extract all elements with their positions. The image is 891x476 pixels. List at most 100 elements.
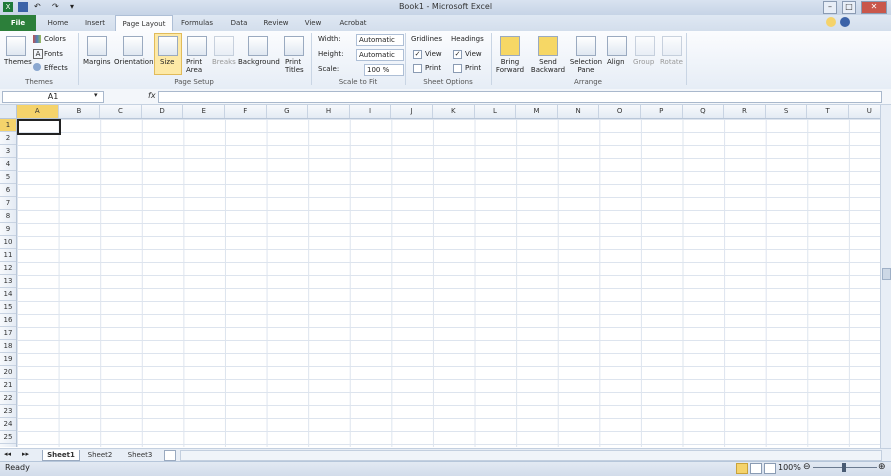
send-backward-button[interactable]: Send Backward [529, 58, 567, 74]
zoom-slider-thumb[interactable] [842, 463, 846, 472]
bring-forward-button[interactable]: Bring Forward [493, 58, 527, 74]
row-header-10[interactable]: 10 [0, 236, 16, 249]
first-sheet-icon[interactable]: ◂◂ [4, 450, 11, 458]
column-header-d[interactable]: D [142, 105, 184, 118]
page-layout-view-icon[interactable] [750, 463, 762, 474]
close-button[interactable]: ✕ [861, 1, 887, 14]
row-header-21[interactable]: 21 [0, 379, 16, 392]
next-sheet-icon[interactable]: ▸▸ [22, 450, 29, 458]
width-dropdown[interactable]: Automatic [356, 34, 404, 46]
themes-button-label[interactable]: Themes [4, 58, 32, 66]
align-icon[interactable] [607, 36, 627, 56]
name-box-dropdown-icon[interactable]: ▾ [94, 91, 98, 99]
column-header-h[interactable]: H [308, 105, 350, 118]
column-header-p[interactable]: P [641, 105, 683, 118]
column-header-e[interactable]: E [183, 105, 225, 118]
column-header-i[interactable]: I [350, 105, 392, 118]
column-header-b[interactable]: B [59, 105, 101, 118]
row-header-15[interactable]: 15 [0, 301, 16, 314]
themes-icon[interactable] [6, 36, 26, 56]
column-header-n[interactable]: N [558, 105, 600, 118]
selection-pane-icon[interactable] [576, 36, 596, 56]
breaks-icon[interactable] [214, 36, 234, 56]
row-header-5[interactable]: 5 [0, 171, 16, 184]
select-all-button[interactable] [0, 105, 17, 118]
column-header-a[interactable]: A [17, 105, 59, 118]
maximize-button[interactable]: □ [842, 1, 856, 14]
rotate-icon[interactable] [662, 36, 682, 56]
column-header-k[interactable]: K [433, 105, 475, 118]
row-header-11[interactable]: 11 [0, 249, 16, 262]
redo-icon[interactable]: ↷ [52, 2, 62, 12]
ribbon-minimize-icon[interactable] [826, 17, 836, 27]
column-header-r[interactable]: R [724, 105, 766, 118]
zoom-out-icon[interactable]: ⊖ [803, 463, 811, 472]
orientation-button[interactable]: Orientation [114, 58, 154, 66]
effects-button[interactable]: Effects [44, 64, 68, 72]
tab-insert[interactable]: Insert [80, 15, 110, 31]
cell-grid[interactable] [17, 119, 880, 447]
rotate-button[interactable]: Rotate [660, 58, 683, 66]
insert-sheet-icon[interactable] [164, 450, 176, 461]
undo-icon[interactable]: ↶ [34, 2, 44, 12]
vertical-scroll-thumb[interactable] [882, 268, 891, 280]
row-header-6[interactable]: 6 [0, 184, 16, 197]
column-header-c[interactable]: C [100, 105, 142, 118]
row-header-18[interactable]: 18 [0, 340, 16, 353]
column-header-t[interactable]: T [807, 105, 849, 118]
orientation-icon[interactable] [123, 36, 143, 56]
row-header-3[interactable]: 3 [0, 145, 16, 158]
insert-function-icon[interactable]: fx [148, 91, 156, 100]
active-cell[interactable] [17, 119, 61, 135]
print-titles-icon[interactable] [284, 36, 304, 56]
minimize-button[interactable]: – [823, 1, 837, 14]
row-header-7[interactable]: 7 [0, 197, 16, 210]
tab-review[interactable]: Review [260, 15, 292, 31]
sheet-tab-1[interactable]: Sheet1 [42, 450, 80, 461]
send-backward-icon[interactable] [538, 36, 558, 56]
row-header-20[interactable]: 20 [0, 366, 16, 379]
sheet-tab-2[interactable]: Sheet2 [82, 450, 118, 460]
row-header-9[interactable]: 9 [0, 223, 16, 236]
column-header-j[interactable]: J [391, 105, 433, 118]
column-header-l[interactable]: L [475, 105, 517, 118]
row-header-12[interactable]: 12 [0, 262, 16, 275]
selection-pane-button[interactable]: Selection Pane [568, 58, 604, 74]
group-button[interactable]: Group [633, 58, 654, 66]
row-header-2[interactable]: 2 [0, 132, 16, 145]
scale-input[interactable]: 100 % [364, 64, 404, 76]
tab-formulas[interactable]: Formulas [178, 15, 216, 31]
row-header-19[interactable]: 19 [0, 353, 16, 366]
margins-button[interactable]: Margins [83, 58, 111, 66]
row-header-17[interactable]: 17 [0, 327, 16, 340]
column-header-m[interactable]: M [516, 105, 558, 118]
help-icon[interactable] [840, 17, 850, 27]
row-header-8[interactable]: 8 [0, 210, 16, 223]
column-header-s[interactable]: S [766, 105, 808, 118]
tab-data[interactable]: Data [226, 15, 252, 31]
column-header-g[interactable]: G [267, 105, 309, 118]
size-icon[interactable] [158, 36, 178, 56]
headings-view-checkbox[interactable]: ✓ [453, 50, 462, 59]
zoom-level[interactable]: 100% [778, 463, 801, 472]
group-icon[interactable] [635, 36, 655, 56]
row-header-14[interactable]: 14 [0, 288, 16, 301]
formula-input[interactable] [158, 91, 882, 103]
row-header-25[interactable]: 25 [0, 431, 16, 444]
row-header-24[interactable]: 24 [0, 418, 16, 431]
print-titles-button[interactable]: Print Titles [285, 58, 305, 74]
tab-view[interactable]: View [300, 15, 326, 31]
bring-forward-icon[interactable] [500, 36, 520, 56]
gridlines-print-checkbox[interactable] [413, 64, 422, 73]
row-header-22[interactable]: 22 [0, 392, 16, 405]
page-break-view-icon[interactable] [764, 463, 776, 474]
background-button[interactable]: Background [238, 58, 280, 66]
tab-home[interactable]: Home [42, 15, 74, 31]
background-icon[interactable] [248, 36, 268, 56]
row-header-1[interactable]: 1 [0, 119, 16, 132]
print-area-icon[interactable] [187, 36, 207, 56]
column-header-q[interactable]: Q [683, 105, 725, 118]
row-header-13[interactable]: 13 [0, 275, 16, 288]
breaks-button[interactable]: Breaks [212, 58, 236, 66]
save-icon[interactable] [18, 2, 28, 12]
